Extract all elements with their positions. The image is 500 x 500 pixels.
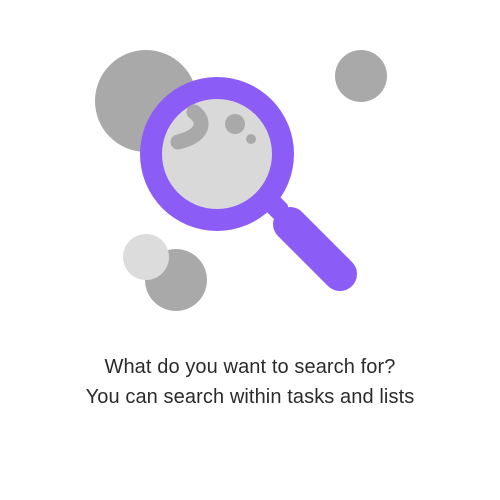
lens-glint-large [225,114,245,134]
bubble-bottom-light [123,234,169,280]
magnifier-lens [162,99,272,209]
search-illustration [95,50,387,311]
lens-glint-small [246,134,256,144]
empty-state-title: What do you want to search for? [104,356,396,378]
search-empty-state: What do you want to search for? You can … [0,0,500,500]
magnifying-glass-icon [140,77,357,291]
empty-state-message: What do you want to search for? You can … [0,352,500,412]
magnifier-handle [273,207,357,291]
empty-state-subtitle: You can search within tasks and lists [85,386,415,408]
bubble-small-top-right [335,50,387,102]
